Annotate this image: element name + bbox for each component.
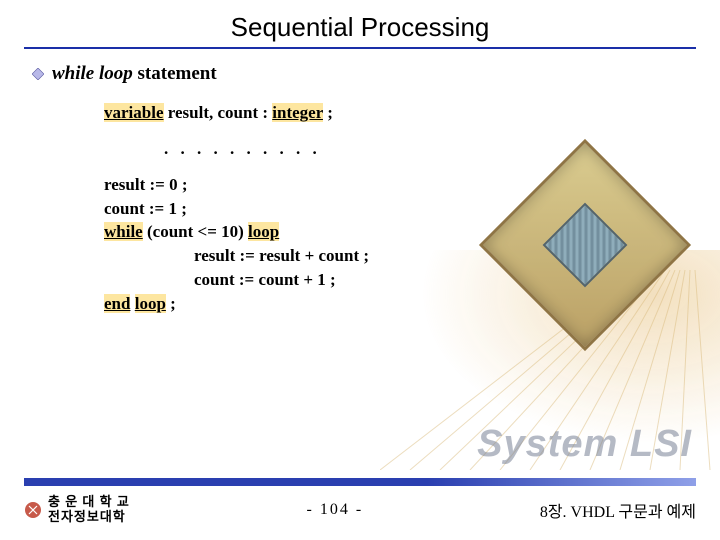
code-l5: count := count + 1 ; (104, 268, 696, 292)
bullet-row: while loop statement (32, 63, 696, 85)
page-number: - 104 - (306, 501, 363, 519)
university-block: 충 운 대 학 교 전자정보대학 (24, 495, 130, 524)
uni-line2: 전자정보대학 (48, 510, 130, 524)
diamond-bullet-icon (32, 68, 44, 80)
code-l3: while (count <= 10) loop (104, 220, 696, 244)
code-l4: result := result + count ; (104, 244, 696, 268)
kw-variable: variable (104, 103, 164, 122)
l3-mid: (count <= 10) (143, 222, 248, 241)
footer-bar (24, 478, 696, 486)
bullet-text: while loop statement (52, 63, 217, 85)
kw-end: end (104, 294, 130, 313)
code-l1: result := 0 ; (104, 173, 696, 197)
footer-row: 충 운 대 학 교 전자정보대학 - 104 - 8장. VHDL 구문과 예제 (24, 495, 696, 524)
code-block: variable result, count : integer ; (104, 101, 696, 125)
university-text: 충 운 대 학 교 전자정보대학 (48, 495, 130, 524)
watermark-text: System LSI (477, 423, 692, 466)
title-underline (24, 47, 696, 49)
kw-integer: integer (272, 103, 323, 122)
chapter-label: 8장. VHDL 구문과 예제 (540, 498, 696, 522)
uni-line1: 충 운 대 학 교 (48, 495, 130, 509)
kw-while: while (104, 222, 143, 241)
university-logo-icon (24, 501, 42, 519)
code-l6: end loop ; (104, 292, 696, 316)
kw-loop-end: loop (135, 294, 166, 313)
code-l2: count := 1 ; (104, 197, 696, 221)
page-title: Sequential Processing (24, 12, 696, 43)
kw-loop: loop (248, 222, 279, 241)
l6-end: ; (166, 294, 176, 313)
bullet-italic: while loop (52, 63, 133, 84)
code-declaration: variable result, count : integer ; (104, 101, 696, 125)
decl-end: ; (323, 103, 333, 122)
ellipsis-dots: . . . . . . . . . . (164, 139, 696, 159)
bullet-rest: statement (133, 63, 217, 84)
decl-mid: result, count : (164, 103, 273, 122)
code-body: result := 0 ; count := 1 ; while (count … (104, 173, 696, 316)
